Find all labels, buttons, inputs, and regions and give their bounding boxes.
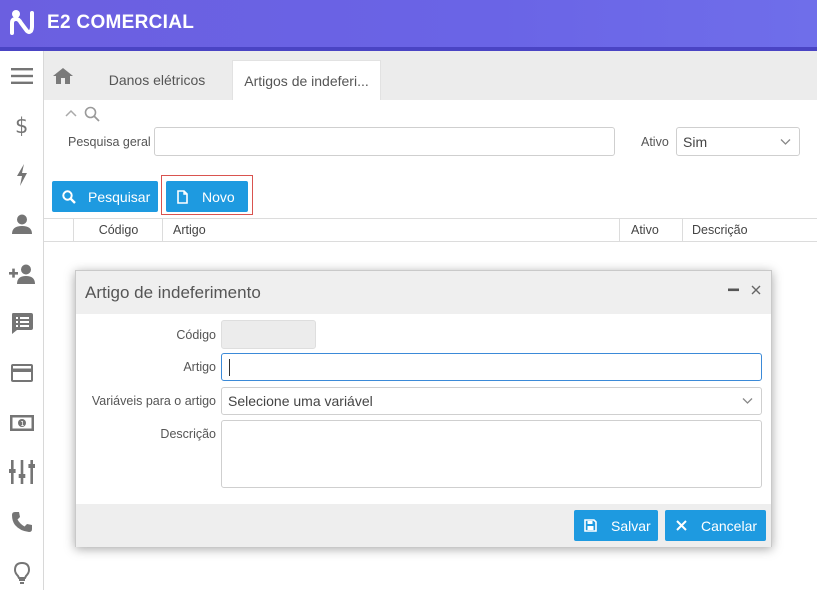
bulb-icon[interactable] xyxy=(0,553,44,593)
collapse-icon[interactable] xyxy=(64,106,78,120)
ativo-select[interactable]: Sim xyxy=(676,127,800,156)
search-icon[interactable] xyxy=(84,106,100,122)
artigo-label: Artigo xyxy=(183,360,216,374)
save-icon xyxy=(584,519,597,532)
home-tab[interactable] xyxy=(44,51,81,100)
salvar-button[interactable]: Salvar xyxy=(574,510,658,541)
tab-artigos-indeferimento[interactable]: Artigos de indeferi... xyxy=(232,60,381,100)
modal-footer: Salvar Cancelar xyxy=(76,504,771,547)
svg-text:$: $ xyxy=(15,114,28,136)
chevron-down-icon xyxy=(742,398,753,404)
tab-danos-eletricos[interactable]: Danos elétricos xyxy=(97,60,217,100)
logo-icon xyxy=(10,10,34,35)
close-icon[interactable] xyxy=(751,285,761,295)
codigo-field xyxy=(221,320,316,349)
text-cursor xyxy=(229,359,230,376)
home-icon xyxy=(52,67,73,84)
variaveis-select-value: Selecione uma variável xyxy=(228,393,373,409)
pesquisar-button[interactable]: Pesquisar xyxy=(52,181,158,212)
modal-title: Artigo de indeferimento xyxy=(85,283,261,302)
svg-text:1: 1 xyxy=(20,420,24,428)
cancelar-button[interactable]: Cancelar xyxy=(665,510,766,541)
artigo-modal: Artigo de indeferimento Código Artigo Va… xyxy=(75,270,772,547)
add-user-icon[interactable] xyxy=(0,254,44,294)
filter-toolbar xyxy=(64,106,100,122)
dollar-icon[interactable]: $ xyxy=(0,105,44,145)
cancelar-label: Cancelar xyxy=(701,517,758,534)
app-header: E2 COMERCIAL xyxy=(0,0,817,47)
menu-icon[interactable] xyxy=(0,56,44,96)
descricao-textarea[interactable] xyxy=(221,420,762,488)
equalizer-icon[interactable] xyxy=(0,452,44,492)
artigo-input[interactable] xyxy=(221,353,762,381)
chevron-down-icon xyxy=(780,138,791,145)
app-title: E2 COMERCIAL xyxy=(47,12,195,33)
bolt-icon[interactable] xyxy=(0,155,44,195)
variaveis-select[interactable]: Selecione uma variável xyxy=(221,387,762,415)
novo-button[interactable]: Novo xyxy=(166,181,248,212)
ativo-select-value: Sim xyxy=(683,133,708,150)
codigo-label: Código xyxy=(176,328,216,342)
user-icon[interactable] xyxy=(0,204,44,244)
list-icon[interactable] xyxy=(0,303,44,343)
new-document-icon xyxy=(177,189,188,204)
column-header-ativo[interactable]: Ativo xyxy=(619,219,682,241)
novo-label: Novo xyxy=(202,188,235,205)
pesquisar-label: Pesquisar xyxy=(88,188,151,205)
variaveis-label: Variáveis para o artigo xyxy=(91,394,216,408)
column-header-codigo[interactable]: Código xyxy=(73,219,163,241)
cancel-icon xyxy=(676,520,687,531)
column-header-descricao[interactable]: Descrição xyxy=(682,219,817,241)
tab-label: Danos elétricos xyxy=(108,72,206,88)
search-input[interactable] xyxy=(154,127,615,156)
tab-bar: Danos elétricos Artigos de indeferi... xyxy=(44,51,817,100)
salvar-label: Salvar xyxy=(611,517,651,534)
minimize-icon[interactable] xyxy=(728,288,740,292)
column-header-artigo[interactable]: Artigo xyxy=(162,219,619,241)
card-icon[interactable] xyxy=(0,353,44,393)
phone-icon[interactable] xyxy=(0,502,44,542)
descricao-label: Descrição xyxy=(160,427,216,441)
modal-header: Artigo de indeferimento xyxy=(76,271,771,314)
sidebar: $ 1 xyxy=(0,51,44,590)
tab-label: Artigos de indeferi... xyxy=(244,72,369,89)
ativo-label: Ativo xyxy=(641,135,669,149)
grid-header: Código Artigo Ativo Descrição xyxy=(44,218,817,242)
money-icon[interactable]: 1 xyxy=(0,403,44,443)
search-icon xyxy=(62,189,76,204)
search-label: Pesquisa geral xyxy=(68,135,151,149)
